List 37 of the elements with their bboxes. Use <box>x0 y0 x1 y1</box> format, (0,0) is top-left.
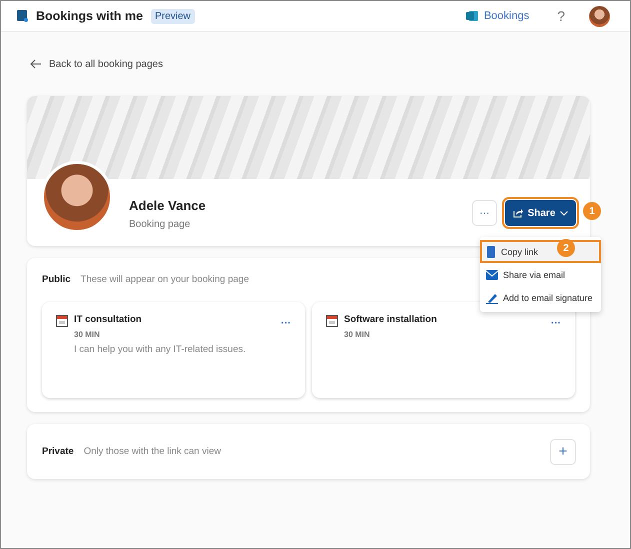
service-title: IT consultation <box>74 314 143 325</box>
calendar-icon <box>17 10 28 22</box>
service-duration: 30 MIN <box>74 330 101 339</box>
preview-badge: Preview <box>150 8 195 24</box>
calendar-icon <box>326 315 338 327</box>
profile-name: Adele Vance <box>129 198 206 213</box>
arrow-left-icon <box>30 59 42 69</box>
menu-item[interactable]: Add to email signature <box>480 286 601 309</box>
menu-item[interactable]: Share via email <box>480 263 601 286</box>
bookings-app-icon <box>466 10 478 22</box>
calendar-icon <box>56 315 68 327</box>
more-button[interactable]: ··· <box>472 200 497 226</box>
section-label: Public <box>42 274 71 285</box>
service-card[interactable]: IT consultation 30 MIN I can help you with any IT-related issues. ··· <box>42 302 305 398</box>
share-icon <box>512 208 523 218</box>
service-duration: 30 MIN <box>344 330 371 339</box>
service-description: I can help you with any IT-related issues. <box>74 344 247 355</box>
section-description: These will appear on your booking page <box>80 274 249 285</box>
section-label: Private <box>42 446 74 457</box>
service-card[interactable]: Software installation 30 MIN ··· <box>312 302 575 398</box>
help-button[interactable]: ? <box>557 8 565 24</box>
pen-icon <box>486 292 498 304</box>
user-avatar[interactable] <box>589 6 610 26</box>
step-marker: 1 <box>583 202 601 220</box>
chevron-down-icon <box>560 210 568 216</box>
more-button[interactable]: ··· <box>281 316 291 330</box>
add-button[interactable]: + <box>550 438 576 464</box>
service-title: Software installation <box>344 314 438 325</box>
section-description: Only those with the link can view <box>84 446 221 457</box>
mail-icon <box>486 270 498 280</box>
more-button[interactable]: ··· <box>551 316 561 330</box>
app-title: Bookings with me <box>36 9 143 23</box>
profile-subtitle: Booking page <box>129 219 192 230</box>
back-link[interactable]: Back to all booking pages <box>30 52 590 76</box>
document-icon <box>486 246 496 258</box>
share-button[interactable]: Share <box>505 200 576 226</box>
bookings-link[interactable]: Bookings <box>466 10 530 22</box>
